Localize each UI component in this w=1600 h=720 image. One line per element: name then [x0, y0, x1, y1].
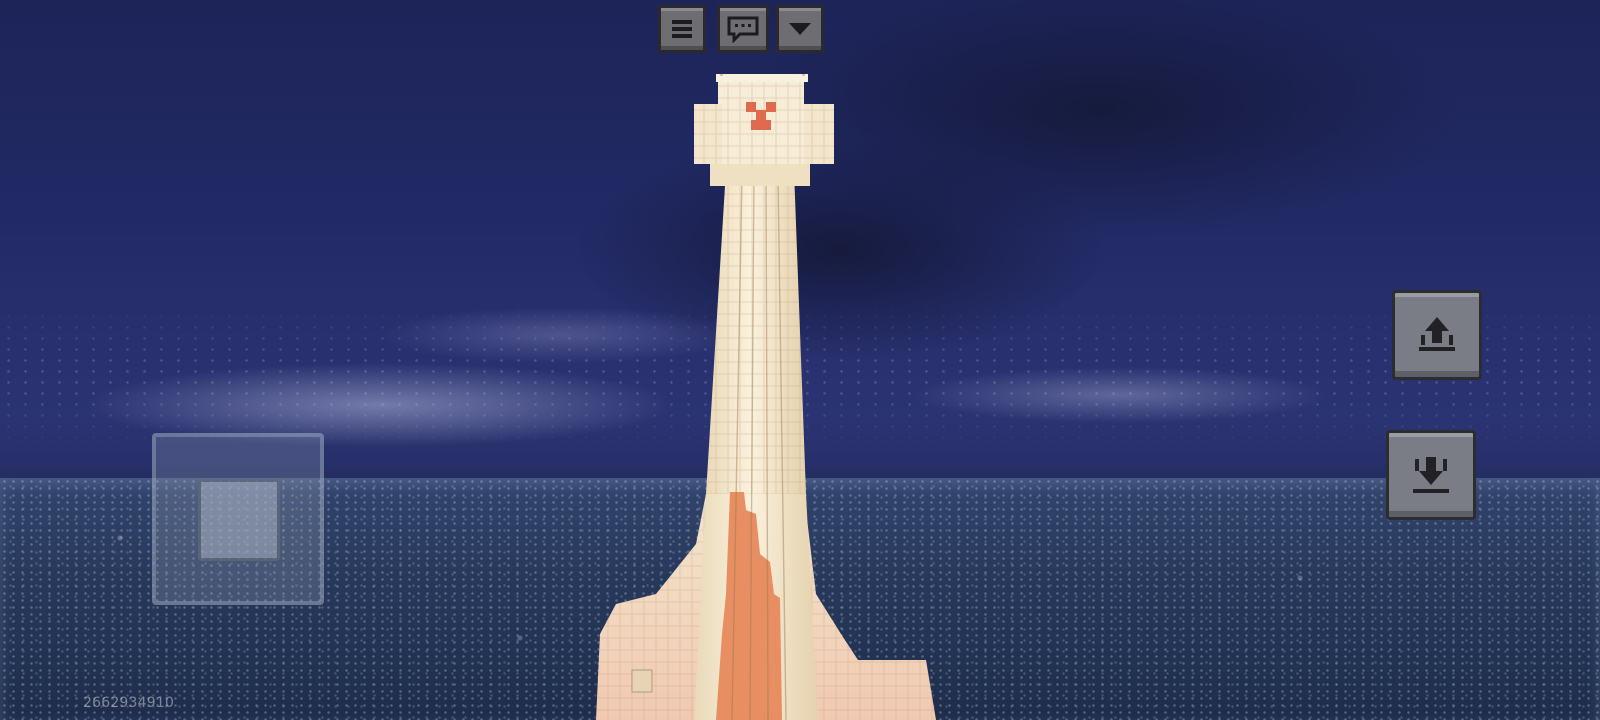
hamburger-menu-icon: [672, 20, 692, 38]
menu-button[interactable]: [658, 5, 706, 53]
triangle-down-icon: [789, 23, 811, 35]
chat-button[interactable]: [717, 5, 769, 53]
fly-down-arrow-icon: [1413, 457, 1449, 493]
fly-up-button[interactable]: [1392, 290, 1482, 380]
world-seed-text: 2662934910: [83, 695, 175, 711]
fly-up-arrow-icon: [1419, 317, 1455, 351]
movement-joystick[interactable]: [152, 433, 324, 605]
game-viewport[interactable]: 2662934910: [0, 0, 1600, 720]
dropdown-button[interactable]: [776, 5, 824, 53]
lighthouse-tower: [596, 74, 956, 720]
joystick-knob[interactable]: [198, 479, 280, 561]
fly-down-button[interactable]: [1386, 430, 1476, 520]
chat-bubble-icon: [727, 16, 759, 43]
